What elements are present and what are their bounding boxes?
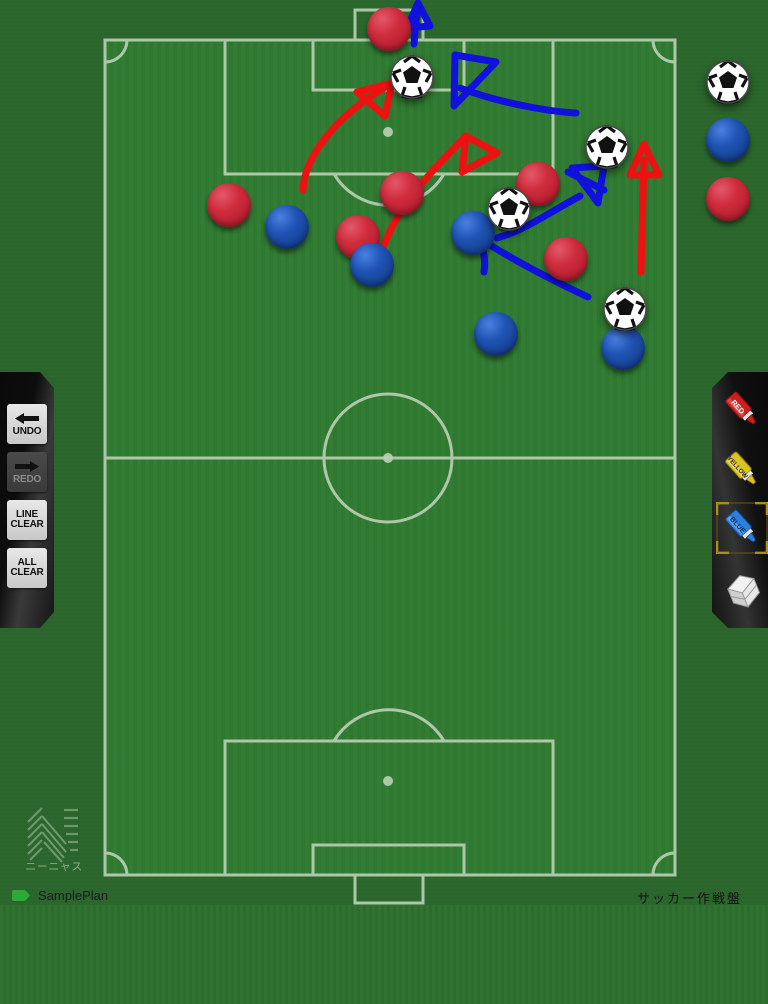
redo-label: REDO — [12, 473, 42, 485]
player-blue[interactable] — [350, 243, 394, 287]
palette-red-source[interactable] — [706, 177, 750, 221]
annotation-layer[interactable] — [0, 0, 768, 1004]
tactics-board[interactable]: UNDO REDO LINE CLEAR ALL CLEAR RED YELLO… — [0, 0, 768, 1004]
soccer-ball-icon[interactable] — [585, 125, 629, 169]
palette-ball-source[interactable] — [706, 60, 750, 104]
player-blue[interactable] — [474, 312, 518, 356]
player-red[interactable] — [544, 237, 588, 281]
pen-blue-button[interactable]: BLUE — [720, 506, 764, 550]
arrow-right-icon — [15, 460, 39, 472]
soccer-ball-icon[interactable] — [603, 287, 647, 331]
player-blue[interactable] — [265, 205, 309, 249]
line-clear-label-2: CLEAR — [10, 519, 44, 530]
plan-row[interactable]: SamplePlan — [12, 888, 108, 903]
watermark-text: ニーニャス — [25, 861, 83, 873]
player-blue[interactable] — [601, 326, 645, 370]
player-red[interactable] — [207, 183, 251, 227]
left-toolbar: UNDO REDO LINE CLEAR ALL CLEAR — [0, 372, 54, 628]
soccer-ball-icon[interactable] — [487, 187, 531, 231]
right-toolbar: RED YELLOW BLUE — [712, 372, 768, 628]
green-flag-icon — [12, 890, 30, 901]
all-clear-button[interactable]: ALL CLEAR — [7, 548, 47, 588]
redo-button[interactable]: REDO — [7, 452, 47, 492]
pen-yellow-button[interactable]: YELLOW — [720, 448, 764, 492]
eraser-button[interactable] — [720, 570, 764, 614]
undo-label: UNDO — [12, 425, 42, 437]
app-title: サッカー作戦盤 — [636, 891, 742, 906]
player-red[interactable] — [367, 7, 411, 51]
line-clear-button[interactable]: LINE CLEAR — [7, 500, 47, 540]
pen-red-button[interactable]: RED — [720, 388, 764, 432]
plan-name-label: SamplePlan — [38, 888, 109, 903]
undo-button[interactable]: UNDO — [7, 404, 47, 444]
all-clear-label-2: CLEAR — [10, 567, 44, 578]
soccer-ball-icon[interactable] — [390, 55, 434, 99]
arrow-left-icon — [15, 412, 39, 424]
player-red[interactable] — [380, 171, 424, 215]
palette-blue-source[interactable] — [706, 118, 750, 162]
